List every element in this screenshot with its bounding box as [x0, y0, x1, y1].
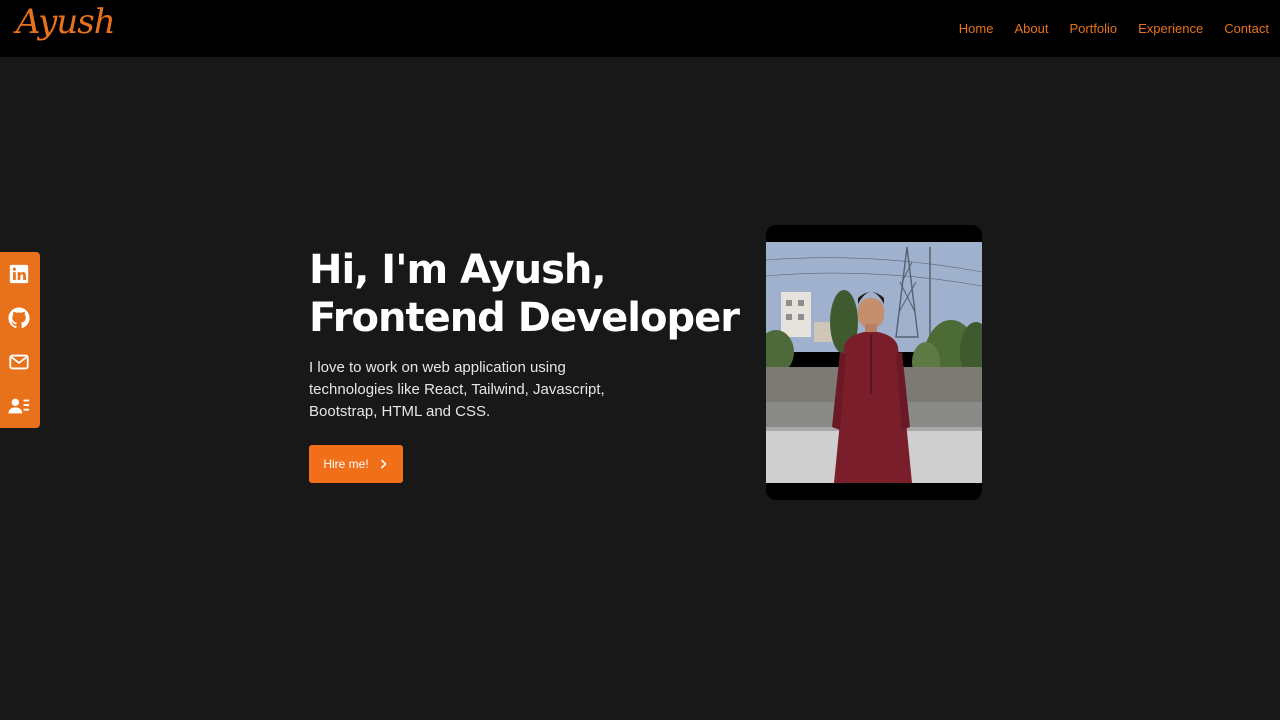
hero-heading-line-2: Frontend Developer [309, 295, 740, 341]
linkedin-icon [9, 264, 29, 284]
github-icon [8, 307, 30, 329]
resume-link[interactable] [8, 395, 30, 417]
nav-link-portfolio[interactable]: Portfolio [1069, 21, 1117, 36]
nav-link-experience[interactable]: Experience [1138, 21, 1203, 36]
hire-me-label: Hire me! [323, 457, 369, 471]
navbar: Ayush Home About Portfolio Experience Co… [0, 0, 1280, 57]
hire-me-button[interactable]: Hire me! [309, 445, 403, 483]
hero-intro: I love to work on web application using … [309, 359, 605, 420]
mail-icon [9, 354, 29, 370]
profile-photo-frame [766, 225, 982, 500]
profile-photo [766, 242, 982, 483]
github-link[interactable] [8, 307, 30, 329]
hero-heading-line-1: Hi, I'm Ayush, [309, 247, 607, 293]
site-logo[interactable]: Ayush [16, 2, 116, 42]
chevron-right-icon [379, 459, 389, 469]
hero-heading: Hi, I'm Ayush, Frontend Developer [309, 246, 740, 342]
nav-link-about[interactable]: About [1014, 21, 1048, 36]
social-links-bar [0, 252, 40, 428]
resume-icon [8, 398, 30, 414]
nav-link-contact[interactable]: Contact [1224, 21, 1269, 36]
linkedin-link[interactable] [8, 263, 30, 285]
email-link[interactable] [8, 351, 30, 373]
nav-link-home[interactable]: Home [959, 21, 994, 36]
nav-menu: Home About Portfolio Experience Contact [959, 0, 1280, 57]
